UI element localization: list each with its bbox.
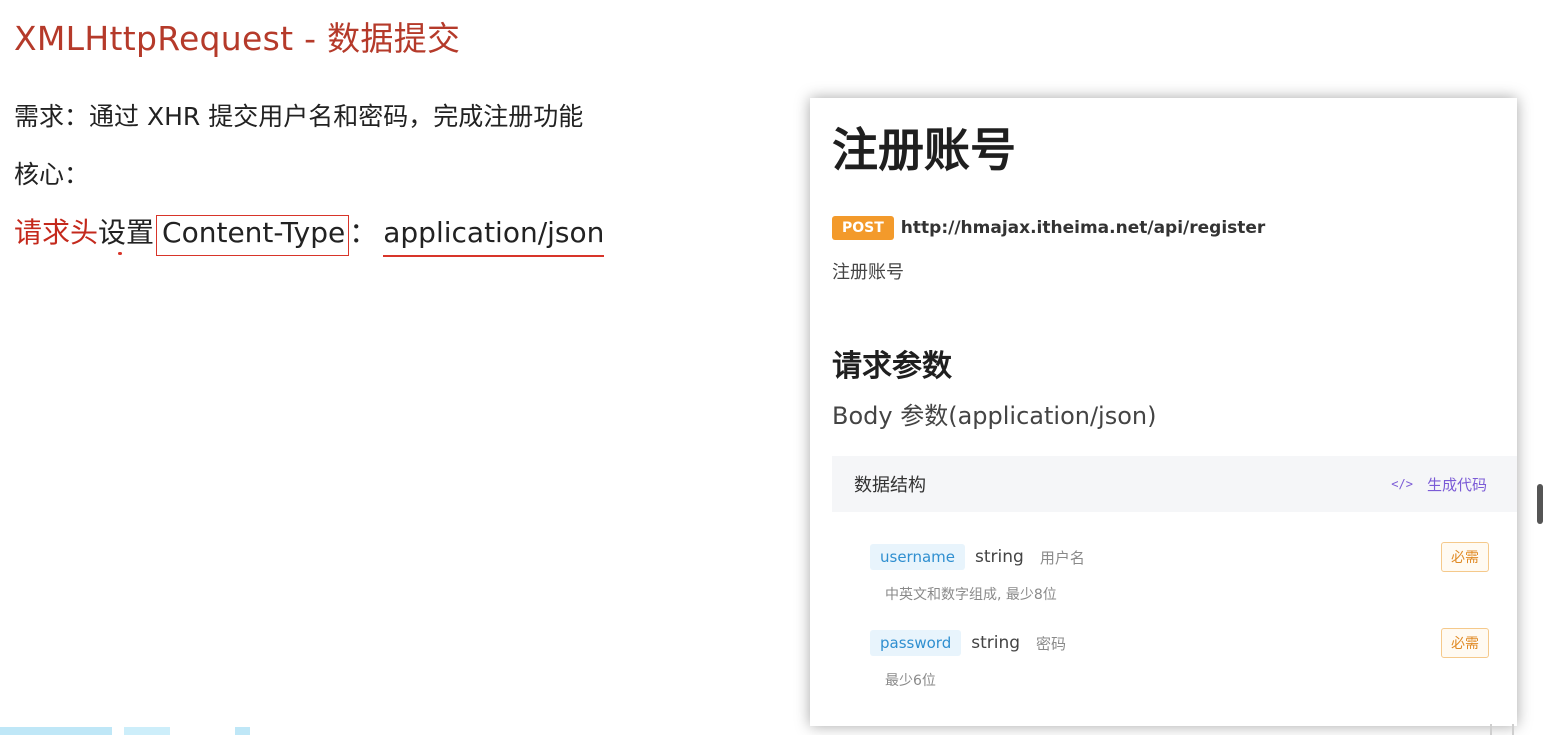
params-heading: 请求参数	[832, 349, 952, 384]
corner-decoration	[1490, 724, 1514, 735]
field-type: string	[975, 547, 1024, 567]
required-badge: 必需	[1441, 542, 1489, 572]
body-params-heading: Body 参数(application/json)	[832, 402, 1157, 430]
field-username: username string 用户名 必需 中英文和数字组成, 最少8位	[870, 542, 1489, 604]
colon-separator: ：	[349, 216, 378, 249]
annotation-dot	[118, 252, 122, 255]
generate-code-label: 生成代码	[1426, 475, 1487, 494]
field-label: 用户名	[1039, 548, 1085, 567]
doc-description: 注册账号	[832, 262, 904, 283]
field-name-tag[interactable]: password	[870, 630, 962, 656]
field-type: string	[971, 633, 1021, 653]
required-badge: 必需	[1441, 628, 1489, 658]
generate-code-button[interactable]: </> 生成代码	[1391, 474, 1487, 495]
core-label: 核心：	[14, 160, 90, 189]
content-type-annotation-box: Content-Type	[156, 215, 350, 256]
field-name-tag[interactable]: username	[870, 544, 965, 570]
api-doc-screenshot: 注册账号 POST http://hmajax.itheima.net/api/…	[810, 98, 1517, 726]
field-password: password string 密码 必需 最少6位	[870, 628, 1489, 690]
doc-title: 注册账号	[832, 123, 1016, 177]
field-note: 中英文和数字组成, 最少8位	[885, 587, 1057, 603]
schema-header: 数据结构 </> 生成代码	[832, 456, 1517, 512]
schema-panel: 数据结构 </> 生成代码 username string 用户名 必需 中英文…	[832, 456, 1517, 726]
field-label: 密码	[1036, 634, 1067, 653]
request-header-highlight: 请求头	[14, 216, 99, 249]
field-row: password string 密码 必需	[870, 628, 1489, 658]
scrollbar-thumb[interactable]	[1537, 484, 1543, 524]
endpoint-url[interactable]: http://hmajax.itheima.net/api/register	[901, 218, 1266, 238]
http-method-badge: POST	[832, 216, 894, 240]
bottom-decoration	[0, 727, 250, 735]
field-note: 最少6位	[885, 673, 936, 689]
slide: XMLHttpRequest - 数据提交 需求：通过 XHR 提交用户名和密码…	[0, 0, 1543, 735]
endpoint-row: POST http://hmajax.itheima.net/api/regis…	[832, 216, 1265, 240]
slide-title: XMLHttpRequest - 数据提交	[14, 19, 461, 58]
json-value-underlined: application/json	[383, 217, 605, 257]
field-row: username string 用户名 必需	[870, 542, 1489, 572]
header-setting-line: 请求头设置 Content-Type： application/json	[14, 211, 605, 257]
set-verb: 设置	[98, 216, 155, 249]
code-icon: </>	[1391, 477, 1413, 491]
requirement-text: 需求：通过 XHR 提交用户名和密码，完成注册功能	[14, 102, 584, 131]
schema-title: 数据结构	[854, 475, 926, 496]
